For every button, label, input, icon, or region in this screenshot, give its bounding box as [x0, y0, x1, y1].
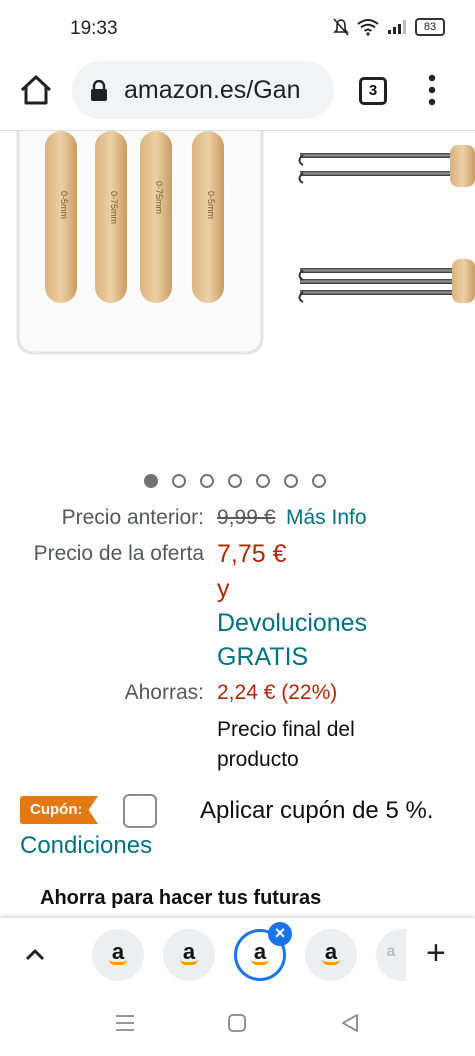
battery-icon: 83: [415, 18, 445, 36]
final-price-note-line2: producto: [217, 748, 299, 771]
offer-price-label: Precio de la oferta: [33, 542, 204, 565]
status-time: 19:33: [70, 18, 118, 39]
signal-icon: [388, 20, 406, 34]
carousel-dot[interactable]: [312, 474, 326, 488]
tab-thumbnail[interactable]: a: [92, 929, 144, 981]
carousel-dot[interactable]: [172, 474, 186, 488]
hook-handle: [140, 131, 172, 303]
address-bar[interactable]: amazon.es/Gan: [72, 61, 334, 119]
savings-value: 2,24 € (22%): [217, 681, 338, 704]
back-nav-icon[interactable]: [340, 1012, 360, 1034]
home-icon[interactable]: [18, 72, 54, 108]
more-vert-icon[interactable]: [424, 74, 440, 106]
tab-thumbnail[interactable]: a: [163, 929, 215, 981]
carousel-dot[interactable]: [284, 474, 298, 488]
coupon-badge: Cupón:: [20, 796, 98, 824]
product-image[interactable]: 0-5mm 0-75mm 0-75mm 0-5mm: [0, 131, 475, 461]
carousel-dot[interactable]: [256, 474, 270, 488]
amazon-logo-icon: a: [386, 943, 396, 960]
mute-icon: [333, 18, 349, 36]
offer-price-value: 7,75 €: [217, 540, 287, 568]
tab-thumbnail-partial[interactable]: a: [376, 929, 406, 981]
free-returns-link[interactable]: Devoluciones: [217, 609, 367, 638]
crochet-hooks-illustration: 0-5mm 0-75mm 0-75mm 0-5mm: [16, 131, 475, 355]
apply-coupon-checkbox[interactable]: [123, 794, 157, 828]
url-text[interactable]: amazon.es/Gan: [124, 76, 301, 105]
hook-size-label: 0-5mm: [59, 191, 69, 219]
hook-size-label: 0-75mm: [109, 191, 119, 224]
tab-thumbnail[interactable]: a: [305, 929, 357, 981]
more-info-link[interactable]: Más Info: [286, 506, 367, 530]
carousel-dot[interactable]: [144, 474, 158, 488]
tab-switcher-button[interactable]: 3: [359, 77, 387, 105]
hook-size-label: 0-5mm: [206, 191, 216, 219]
free-returns-link-line2[interactable]: GRATIS: [217, 643, 308, 672]
apply-coupon-text[interactable]: Aplicar cupón de 5 %.: [200, 797, 433, 825]
chevron-up-icon[interactable]: [20, 940, 50, 970]
wifi-icon: [357, 19, 379, 36]
price-and-text: y: [217, 575, 230, 603]
new-tab-button[interactable]: +: [426, 936, 446, 970]
subscribe-save-heading: Ahorra para hacer tus futuras: [40, 887, 322, 909]
coupon-conditions-link[interactable]: Condiciones: [20, 832, 152, 860]
tab-strip: a a a × a a +: [0, 918, 475, 992]
final-price-note: Precio final del: [217, 718, 355, 741]
status-icons: 83: [333, 18, 445, 36]
savings-label: Ahorras:: [124, 681, 204, 704]
lock-icon: [91, 80, 107, 101]
status-bar: 19:33 83: [0, 0, 475, 60]
carousel-dot[interactable]: [228, 474, 242, 488]
previous-price-label: Precio anterior:: [61, 506, 204, 529]
close-tab-icon[interactable]: ×: [268, 922, 292, 946]
home-nav-icon[interactable]: [227, 1013, 247, 1033]
recent-apps-icon[interactable]: [114, 1013, 136, 1033]
carousel-dot[interactable]: [200, 474, 214, 488]
image-carousel-dots[interactable]: [144, 474, 326, 488]
browser-toolbar: amazon.es/Gan 3: [0, 58, 475, 126]
system-nav-bar: [0, 992, 475, 1056]
hook-size-label: 0-75mm: [154, 181, 164, 214]
previous-price-value: 9,99 €: [217, 506, 276, 529]
